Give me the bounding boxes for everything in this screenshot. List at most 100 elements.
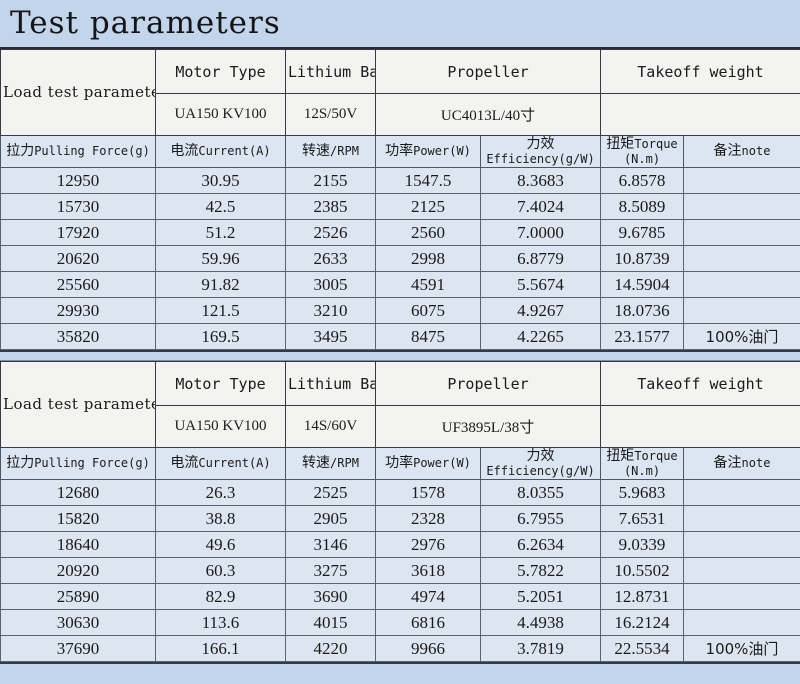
table-row: 1582038.8290523286.79557.6531 (1, 506, 800, 532)
table-row: 1573042.5238521257.40248.5089 (1, 194, 800, 220)
cell-torque: 9.6785 (601, 220, 684, 246)
cell-torque: 22.5534 (601, 636, 684, 662)
spec-sheet-page: Test parameters Load test parameters Mot… (0, 0, 800, 666)
load-test-parameters-label: Load test parameters (1, 50, 156, 136)
cell-pulling-force: 29930 (1, 298, 156, 324)
column-header-pulling-force: 拉力Pulling Force(g) (1, 448, 156, 480)
cell-current: 169.5 (156, 324, 286, 350)
motor-type-header: Motor Type (156, 50, 286, 94)
cell-note (684, 272, 800, 298)
cell-note (684, 194, 800, 220)
column-header-row: 拉力Pulling Force(g) 电流Current(A) 转速/RPM 功… (1, 136, 800, 168)
motor-type-value: UA150 KV100 (156, 406, 286, 448)
cell-power: 6075 (376, 298, 481, 324)
cell-efficiency: 6.8779 (481, 246, 601, 272)
cell-power: 2998 (376, 246, 481, 272)
cell-efficiency: 5.5674 (481, 272, 601, 298)
table-row: 2092060.3327536185.782210.5502 (1, 558, 800, 584)
cell-efficiency: 4.2265 (481, 324, 601, 350)
cell-rpm: 3690 (286, 584, 376, 610)
cell-current: 38.8 (156, 506, 286, 532)
table-separator-strip (0, 350, 800, 361)
column-header-note: 备注note (684, 136, 800, 168)
table-row: 37690166.1422099663.781922.5534100%油门 (1, 636, 800, 662)
cell-power: 4974 (376, 584, 481, 610)
cell-power: 8475 (376, 324, 481, 350)
cell-pulling-force: 35820 (1, 324, 156, 350)
column-header-current: 电流Current(A) (156, 448, 286, 480)
table-row: 29930121.5321060754.926718.0736 (1, 298, 800, 324)
cell-efficiency: 6.7955 (481, 506, 601, 532)
cell-torque: 9.0339 (601, 532, 684, 558)
column-header-efficiency: 力效Efficiency(g/W) (481, 448, 601, 480)
cell-note (684, 506, 800, 532)
cell-torque: 16.2124 (601, 610, 684, 636)
cell-rpm: 3146 (286, 532, 376, 558)
cell-rpm: 2155 (286, 168, 376, 194)
table-1-body: 1295030.9521551547.58.36836.85781573042.… (1, 168, 800, 350)
cell-efficiency: 4.4938 (481, 610, 601, 636)
motor-type-header: Motor Type (156, 362, 286, 406)
cell-pulling-force: 25560 (1, 272, 156, 298)
propeller-header: Propeller (376, 50, 601, 94)
meta-header-row: Load test parameters Motor Type Lithium … (1, 50, 800, 94)
test-parameters-table-1: Load test parameters Motor Type Lithium … (0, 49, 800, 350)
cell-current: 51.2 (156, 220, 286, 246)
column-header-current: 电流Current(A) (156, 136, 286, 168)
meta-header-row: Load test parameters Motor Type Lithium … (1, 362, 800, 406)
cell-pulling-force: 15820 (1, 506, 156, 532)
cell-torque: 18.0736 (601, 298, 684, 324)
column-header-torque: 扭矩Torque(N.m) (601, 448, 684, 480)
lithium-battery-header: Lithium Battery (286, 50, 376, 94)
cell-torque: 6.8578 (601, 168, 684, 194)
cell-efficiency: 3.7819 (481, 636, 601, 662)
page-title: Test parameters (10, 8, 281, 39)
table-row: 2556091.82300545915.567414.5904 (1, 272, 800, 298)
column-header-rpm: 转速/RPM (286, 136, 376, 168)
table-row: 2062059.96263329986.877910.8739 (1, 246, 800, 272)
cell-pulling-force: 37690 (1, 636, 156, 662)
column-header-pulling-force: 拉力Pulling Force(g) (1, 136, 156, 168)
cell-current: 30.95 (156, 168, 286, 194)
table-2-body: 1268026.3252515788.03555.96831582038.829… (1, 480, 800, 662)
cell-note (684, 584, 800, 610)
cell-pulling-force: 17920 (1, 220, 156, 246)
cell-pulling-force: 12950 (1, 168, 156, 194)
load-test-parameters-label: Load test parameters (1, 362, 156, 448)
cell-rpm: 3210 (286, 298, 376, 324)
cell-efficiency: 5.2051 (481, 584, 601, 610)
cell-pulling-force: 15730 (1, 194, 156, 220)
propeller-value: UF3895L/38寸 (376, 406, 601, 448)
column-header-note: 备注note (684, 448, 800, 480)
lithium-battery-value: 14S/60V (286, 406, 376, 448)
column-header-torque: 扭矩Torque(N.m) (601, 136, 684, 168)
takeoff-weight-header: Takeoff weight (601, 362, 800, 406)
cell-torque: 10.5502 (601, 558, 684, 584)
column-header-rpm: 转速/RPM (286, 448, 376, 480)
title-banner: Test parameters (0, 0, 800, 49)
cell-current: 42.5 (156, 194, 286, 220)
cell-current: 91.82 (156, 272, 286, 298)
table-row: 1268026.3252515788.03555.9683 (1, 480, 800, 506)
cell-current: 49.6 (156, 532, 286, 558)
cell-pulling-force: 12680 (1, 480, 156, 506)
takeoff-weight-value (601, 94, 800, 136)
cell-power: 3618 (376, 558, 481, 584)
cell-current: 121.5 (156, 298, 286, 324)
cell-power: 6816 (376, 610, 481, 636)
cell-current: 82.9 (156, 584, 286, 610)
table-row: 30630113.6401568164.493816.2124 (1, 610, 800, 636)
cell-power: 2125 (376, 194, 481, 220)
table-row: 1864049.6314629766.26349.0339 (1, 532, 800, 558)
cell-torque: 12.8731 (601, 584, 684, 610)
cell-torque: 5.9683 (601, 480, 684, 506)
cell-rpm: 2385 (286, 194, 376, 220)
cell-current: 26.3 (156, 480, 286, 506)
cell-power: 4591 (376, 272, 481, 298)
takeoff-weight-value (601, 406, 800, 448)
cell-pulling-force: 20620 (1, 246, 156, 272)
cell-note: 100%油门 (684, 324, 800, 350)
cell-efficiency: 8.0355 (481, 480, 601, 506)
column-header-power: 功率Power(W) (376, 448, 481, 480)
cell-rpm: 3275 (286, 558, 376, 584)
